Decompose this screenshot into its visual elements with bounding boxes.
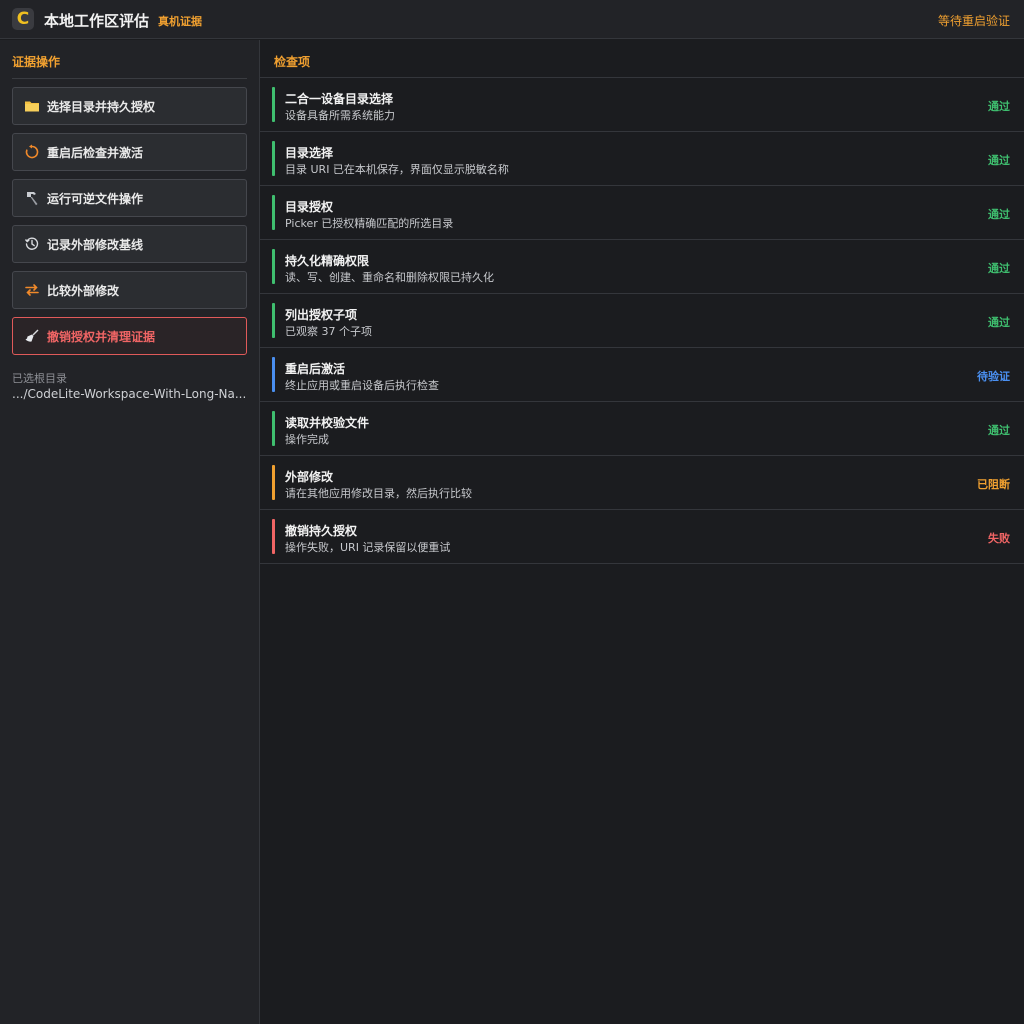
- check-name: 目录授权: [285, 200, 334, 214]
- check-row: 持久化精确权限读、写、创建、重命名和删除权限已持久化 通过: [260, 240, 1024, 294]
- check-description: 已观察 37 个子项: [285, 325, 372, 338]
- action-button-4[interactable]: 记录外部修改基线: [12, 225, 247, 263]
- history-icon: [24, 236, 40, 252]
- check-row: 读取并校验文件 操作完成 通过: [260, 402, 1024, 456]
- check-status: 待验证: [977, 370, 1010, 383]
- action-button-label: 重启后检查并激活: [47, 145, 144, 160]
- check-list: 二合一设备目录选择 设备具备所需系统能力 通过 目录选择 目录 URI 已在本机保存，界…: [260, 78, 1024, 564]
- check-description: 请在其他应用修改目录，然后执行比较: [285, 487, 472, 500]
- check-name: 读取并校验文件: [285, 416, 370, 430]
- action-button-label: 比较外部修改: [47, 283, 120, 298]
- hammer-icon: [24, 190, 40, 206]
- checks-title: 检查项: [274, 55, 311, 69]
- check-row: 二合一设备目录选择 设备具备所需系统能力 通过: [260, 78, 1024, 132]
- check-status: 通过: [988, 154, 1010, 167]
- action-button-label: 撤销授权并清理证据: [47, 329, 156, 344]
- check-name: 目录选择: [285, 146, 334, 160]
- check-description: 终止应用或重启设备后执行检查: [285, 379, 439, 392]
- app-title: 本地工作区评估: [44, 12, 150, 30]
- action-button-2[interactable]: 重启后检查并激活: [12, 133, 247, 171]
- action-button-3[interactable]: 运行可逆文件操作: [12, 179, 247, 217]
- compare-arrows-icon: [24, 282, 40, 298]
- check-status: 失败: [988, 532, 1010, 545]
- status-indicator-bar: [272, 87, 275, 122]
- check-name: 外部修改: [285, 470, 334, 484]
- action-button-label: 记录外部修改基线: [47, 237, 144, 252]
- folder-icon: [24, 98, 40, 114]
- check-status: 通过: [988, 424, 1010, 437]
- check-description: 操作失败，URI 记录保留以便重试: [285, 541, 451, 554]
- action-button-1[interactable]: 选择目录并持久授权: [12, 87, 247, 125]
- status-indicator-bar: [272, 249, 275, 284]
- status-indicator-bar: [272, 141, 275, 176]
- check-row: 外部修改请在其他应用修改目录，然后执行比较 已阻断: [260, 456, 1024, 510]
- check-description: 设备具备所需系统能力: [285, 109, 395, 122]
- selected-root-label: 已选根目录: [12, 372, 67, 385]
- checks-header: 检查项: [260, 40, 1024, 78]
- selected-root-path: .../CodeLite-Workspace-With-Long-Na...: [12, 387, 247, 401]
- action-button-5[interactable]: 比较外部修改: [12, 271, 247, 309]
- sidebar-section-title: 证据操作: [12, 55, 61, 69]
- action-button-6[interactable]: 撤销授权并清理证据: [12, 317, 247, 355]
- check-name: 二合一设备目录选择: [285, 92, 394, 106]
- check-name: 列出授权子项: [285, 308, 358, 322]
- status-indicator-bar: [272, 465, 275, 500]
- app-logo-icon: C: [12, 8, 34, 30]
- check-name: 撤销持久授权: [285, 524, 358, 538]
- check-description: 目录 URI 已在本机保存，界面仅显示脱敏名称: [285, 163, 509, 176]
- sidebar: 证据操作 选择目录并持久授权 重启后检查并激活 运行可逆文件操作 记录外部修改基线 比较…: [0, 40, 260, 1024]
- main-panel: 检查项 二合一设备目录选择 设备具备所需系统能力 通过 目录选择 目录 URI 已在本机…: [260, 40, 1024, 1024]
- top-status-text: 等待重启验证: [937, 14, 1010, 28]
- check-row: 目录授权 Picker 已授权精确匹配的所选目录 通过: [260, 186, 1024, 240]
- action-list: 选择目录并持久授权 重启后检查并激活 运行可逆文件操作 记录外部修改基线 比较外部修改撤…: [12, 87, 247, 363]
- evidence-badge: 真机证据: [158, 15, 202, 28]
- check-name: 持久化精确权限: [285, 254, 370, 268]
- restart-icon: [24, 144, 40, 160]
- top-bar: C 本地工作区评估 真机证据 等待重启验证: [0, 0, 1024, 39]
- check-status: 已阻断: [977, 478, 1010, 491]
- status-indicator-bar: [272, 195, 275, 230]
- sidebar-divider: [12, 78, 247, 79]
- check-name: 重启后激活: [285, 362, 346, 376]
- check-description: 操作完成: [285, 433, 329, 446]
- check-status: 通过: [988, 100, 1010, 113]
- check-row: 列出授权子项已观察 37 个子项 通过: [260, 294, 1024, 348]
- action-button-label: 选择目录并持久授权: [47, 99, 156, 114]
- check-status: 通过: [988, 316, 1010, 329]
- status-indicator-bar: [272, 411, 275, 446]
- check-status: 通过: [988, 208, 1010, 221]
- check-row: 重启后激活终止应用或重启设备后执行检查 待验证: [260, 348, 1024, 402]
- action-button-label: 运行可逆文件操作: [47, 191, 144, 206]
- check-description: 读、写、创建、重命名和删除权限已持久化: [285, 271, 494, 284]
- check-status: 通过: [988, 262, 1010, 275]
- check-row: 目录选择目录 URI 已在本机保存，界面仅显示脱敏名称 通过: [260, 132, 1024, 186]
- status-indicator-bar: [272, 519, 275, 554]
- broom-icon: [24, 328, 40, 344]
- check-description: Picker 已授权精确匹配的所选目录: [285, 217, 454, 230]
- status-indicator-bar: [272, 303, 275, 338]
- check-row: 撤销持久授权操作失败，URI 记录保留以便重试 失败: [260, 510, 1024, 564]
- status-indicator-bar: [272, 357, 275, 392]
